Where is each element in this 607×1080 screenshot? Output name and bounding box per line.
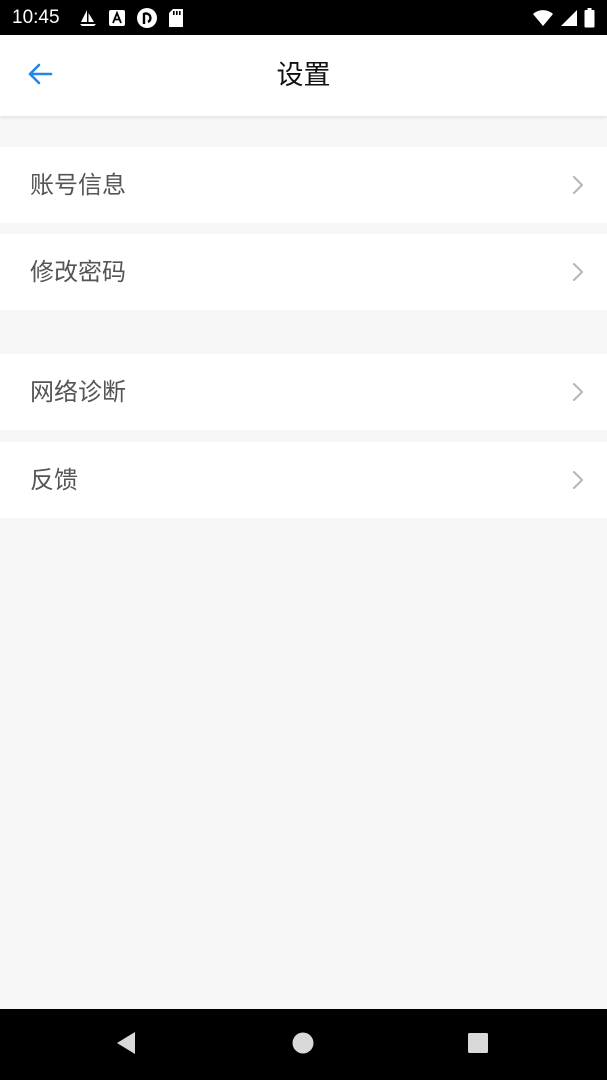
status-time: 10:45 (12, 7, 60, 28)
back-triangle-icon (114, 1030, 138, 1060)
system-status-icons (532, 7, 595, 29)
settings-item-account-info[interactable]: 账号信息 (0, 147, 607, 223)
settings-item-label: 反馈 (30, 466, 78, 494)
settings-item-network-diagnosis[interactable]: 网络诊断 (0, 354, 607, 430)
battery-icon (584, 8, 595, 28)
settings-item-change-password[interactable]: 修改密码 (0, 234, 607, 310)
chevron-right-icon (571, 175, 585, 195)
settings-item-label: 修改密码 (30, 258, 126, 286)
settings-item-label: 网络诊断 (30, 378, 126, 406)
status-bar: 10:45 (0, 0, 607, 35)
page-title: 设置 (276, 60, 331, 91)
cell-signal-icon (560, 9, 578, 27)
app-bar: 设置 (0, 35, 607, 116)
nav-back-button[interactable] (108, 1027, 144, 1063)
pocket-casts-icon (136, 7, 158, 29)
chevron-right-icon (571, 262, 585, 282)
nav-recents-button[interactable] (460, 1027, 496, 1063)
recents-square-icon (466, 1031, 490, 1059)
settings-item-label: 账号信息 (30, 171, 126, 199)
navigation-bar (0, 1009, 607, 1080)
sd-card-icon (168, 8, 184, 28)
sailboat-icon (78, 8, 98, 28)
chevron-right-icon (571, 470, 585, 490)
nav-home-button[interactable] (285, 1027, 321, 1063)
home-circle-icon (291, 1031, 315, 1059)
app-a-icon (108, 9, 126, 27)
notification-icons (78, 7, 184, 29)
chevron-right-icon (571, 382, 585, 402)
wifi-icon (532, 9, 554, 27)
settings-item-feedback[interactable]: 反馈 (0, 442, 607, 518)
settings-screen: 10:45 设置 账号信息 修改密码 网络诊断 反馈 (0, 0, 607, 1080)
